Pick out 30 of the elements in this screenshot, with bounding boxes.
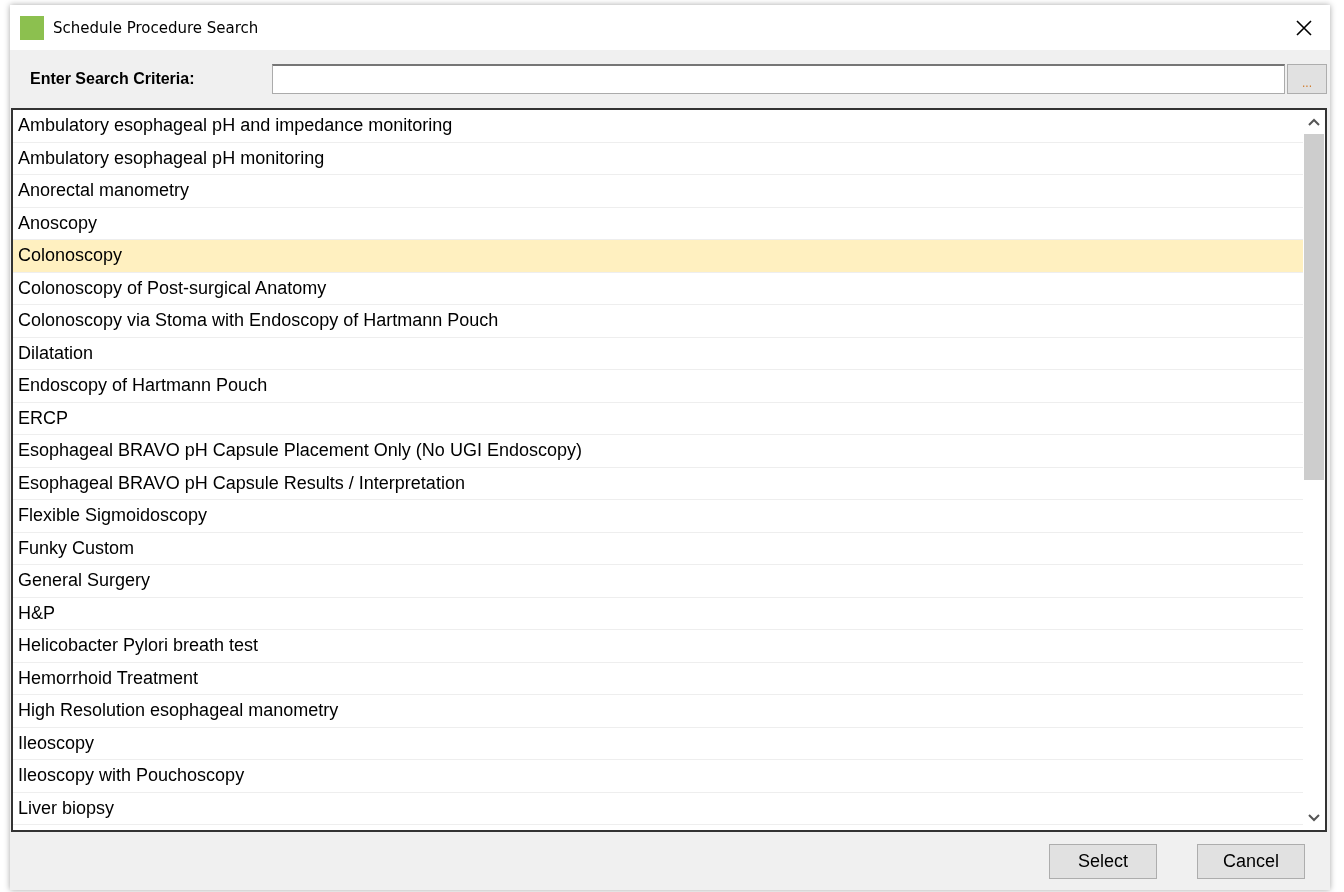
procedure-item[interactable]: High Resolution esophageal manometry bbox=[13, 695, 1303, 728]
scroll-up-icon[interactable] bbox=[1308, 118, 1320, 126]
procedure-item[interactable]: Dilatation bbox=[13, 337, 1303, 370]
procedure-item[interactable]: Ambulatory esophageal pH monitoring bbox=[13, 142, 1303, 175]
procedure-item[interactable]: Liver biopsy bbox=[13, 792, 1303, 825]
procedure-item[interactable]: Flexible Sigmoidoscopy bbox=[13, 500, 1303, 533]
procedure-item[interactable]: Anorectal manometry bbox=[13, 175, 1303, 208]
procedure-item[interactable]: Ileoscopy with Pouchoscopy bbox=[13, 760, 1303, 793]
procedure-item[interactable]: Colonoscopy bbox=[13, 240, 1303, 273]
procedure-item[interactable]: Ileoscopy bbox=[13, 727, 1303, 760]
procedure-item[interactable]: Hemorrhoid Treatment bbox=[13, 662, 1303, 695]
procedure-item[interactable]: General Surgery bbox=[13, 565, 1303, 598]
procedure-item[interactable]: Funky Custom bbox=[13, 532, 1303, 565]
procedure-item[interactable]: Esophageal BRAVO pH Capsule Results / Interpretation bbox=[13, 467, 1303, 500]
procedure-item[interactable]: Colonoscopy of Post-surgical Anatomy bbox=[13, 272, 1303, 305]
procedure-item[interactable]: Esophageal BRAVO pH Capsule Placement Only (No UGI Endoscopy) bbox=[13, 435, 1303, 468]
app-icon bbox=[20, 15, 44, 40]
search-label: Enter Search Criteria: bbox=[30, 70, 196, 88]
procedure-item[interactable]: Endoscopy of Hartmann Pouch bbox=[13, 370, 1303, 403]
procedure-item[interactable]: Helicobacter Pylori breath test bbox=[13, 630, 1303, 663]
procedure-item[interactable]: ERCP bbox=[13, 402, 1303, 435]
procedure-item[interactable]: Ambulatory esophageal pH and impedance monitoring bbox=[13, 110, 1303, 143]
select-button[interactable]: Select bbox=[1049, 843, 1157, 879]
window-title: Schedule Procedure Search bbox=[53, 18, 260, 37]
search-field[interactable] bbox=[272, 64, 1285, 94]
procedure-item[interactable]: H&P bbox=[13, 597, 1303, 630]
procedure-item[interactable]: Colonoscopy via Stoma with Endoscopy of Hartmann Pouch bbox=[13, 305, 1303, 338]
scrollbar-thumb[interactable] bbox=[1304, 134, 1324, 480]
cancel-button[interactable]: Cancel bbox=[1197, 843, 1305, 879]
scroll-down-icon[interactable] bbox=[1308, 814, 1320, 822]
